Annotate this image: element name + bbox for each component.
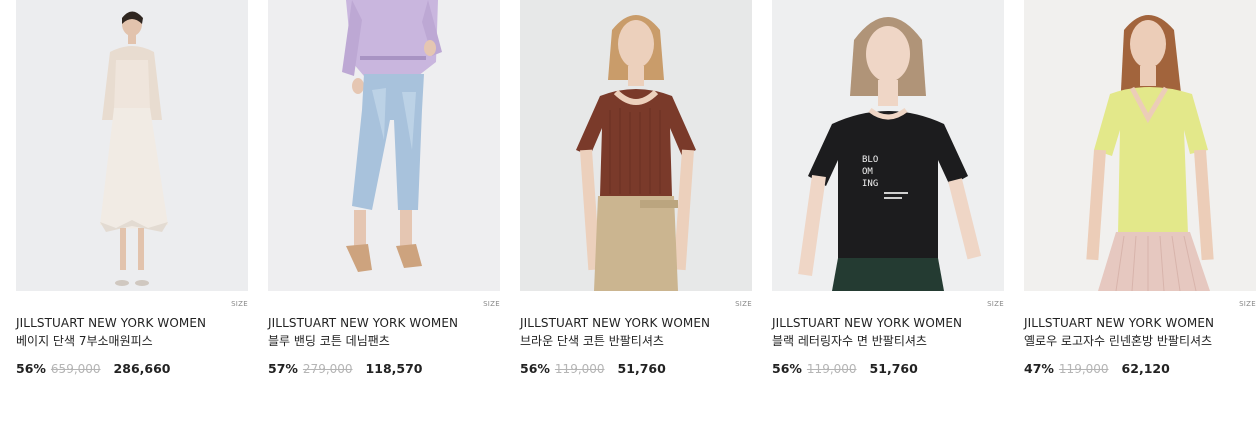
product-grid: SIZE JILLSTUART NEW YORK WOMEN 베이지 단색 7부… (0, 0, 1260, 421)
original-price: 659,000 (50, 362, 101, 376)
original-price: 119,000 (554, 362, 605, 376)
product-brand[interactable]: JILLSTUART NEW YORK WOMEN (268, 315, 500, 331)
sale-price: 51,760 (869, 361, 918, 376)
product-image[interactable]: BLO OM ING (772, 0, 1004, 291)
product-image[interactable] (16, 0, 248, 291)
product-brand[interactable]: JILLSTUART NEW YORK WOMEN (520, 315, 752, 331)
product-brand[interactable]: JILLSTUART NEW YORK WOMEN (16, 315, 248, 331)
product-image[interactable] (520, 0, 752, 291)
discount-rate: 56% (16, 361, 46, 376)
sale-price: 118,570 (365, 361, 423, 376)
product-name[interactable]: 브라운 단색 코튼 반팔티셔츠 (520, 332, 752, 350)
size-button[interactable]: SIZE (735, 300, 752, 308)
original-price: 119,000 (1058, 362, 1109, 376)
product-card[interactable]: SIZE JILLSTUART NEW YORK WOMEN 블루 밴딩 코튼 … (268, 0, 500, 376)
product-image[interactable] (1024, 0, 1256, 291)
svg-text:OM: OM (862, 167, 873, 177)
product-card[interactable]: SIZE JILLSTUART NEW YORK WOMEN 베이지 단색 7부… (16, 0, 248, 376)
product-name[interactable]: 블루 밴딩 코튼 데님팬츠 (268, 332, 500, 350)
product-card[interactable]: SIZE JILLSTUART NEW YORK WOMEN 옐로우 로고자수 … (1024, 0, 1256, 376)
product-brand[interactable]: JILLSTUART NEW YORK WOMEN (1024, 315, 1256, 331)
product-card[interactable]: SIZE JILLSTUART NEW YORK WOMEN 브라운 단색 코튼… (520, 0, 752, 376)
discount-rate: 47% (1024, 361, 1054, 376)
size-button[interactable]: SIZE (231, 300, 248, 308)
product-brand[interactable]: JILLSTUART NEW YORK WOMEN (772, 315, 1004, 331)
sale-price: 51,760 (617, 361, 666, 376)
sale-price: 62,120 (1121, 361, 1170, 376)
size-button[interactable]: SIZE (987, 300, 1004, 308)
svg-text:BLO: BLO (862, 155, 878, 165)
original-price: 119,000 (806, 362, 857, 376)
discount-rate: 56% (520, 361, 550, 376)
size-button[interactable]: SIZE (1239, 300, 1256, 308)
product-card[interactable]: BLO OM ING SIZE JILLSTUART NEW YORK WOME… (772, 0, 1004, 376)
size-button[interactable]: SIZE (483, 300, 500, 308)
discount-rate: 57% (268, 361, 298, 376)
sale-price: 286,660 (113, 361, 171, 376)
svg-text:ING: ING (862, 179, 878, 189)
discount-rate: 56% (772, 361, 802, 376)
product-name[interactable]: 옐로우 로고자수 린넨혼방 반팔티셔츠 (1024, 332, 1256, 350)
product-image[interactable] (268, 0, 500, 291)
product-name[interactable]: 베이지 단색 7부소매원피스 (16, 332, 248, 350)
product-name[interactable]: 블랙 레터링자수 면 반팔티셔츠 (772, 332, 1004, 350)
original-price: 279,000 (302, 362, 353, 376)
